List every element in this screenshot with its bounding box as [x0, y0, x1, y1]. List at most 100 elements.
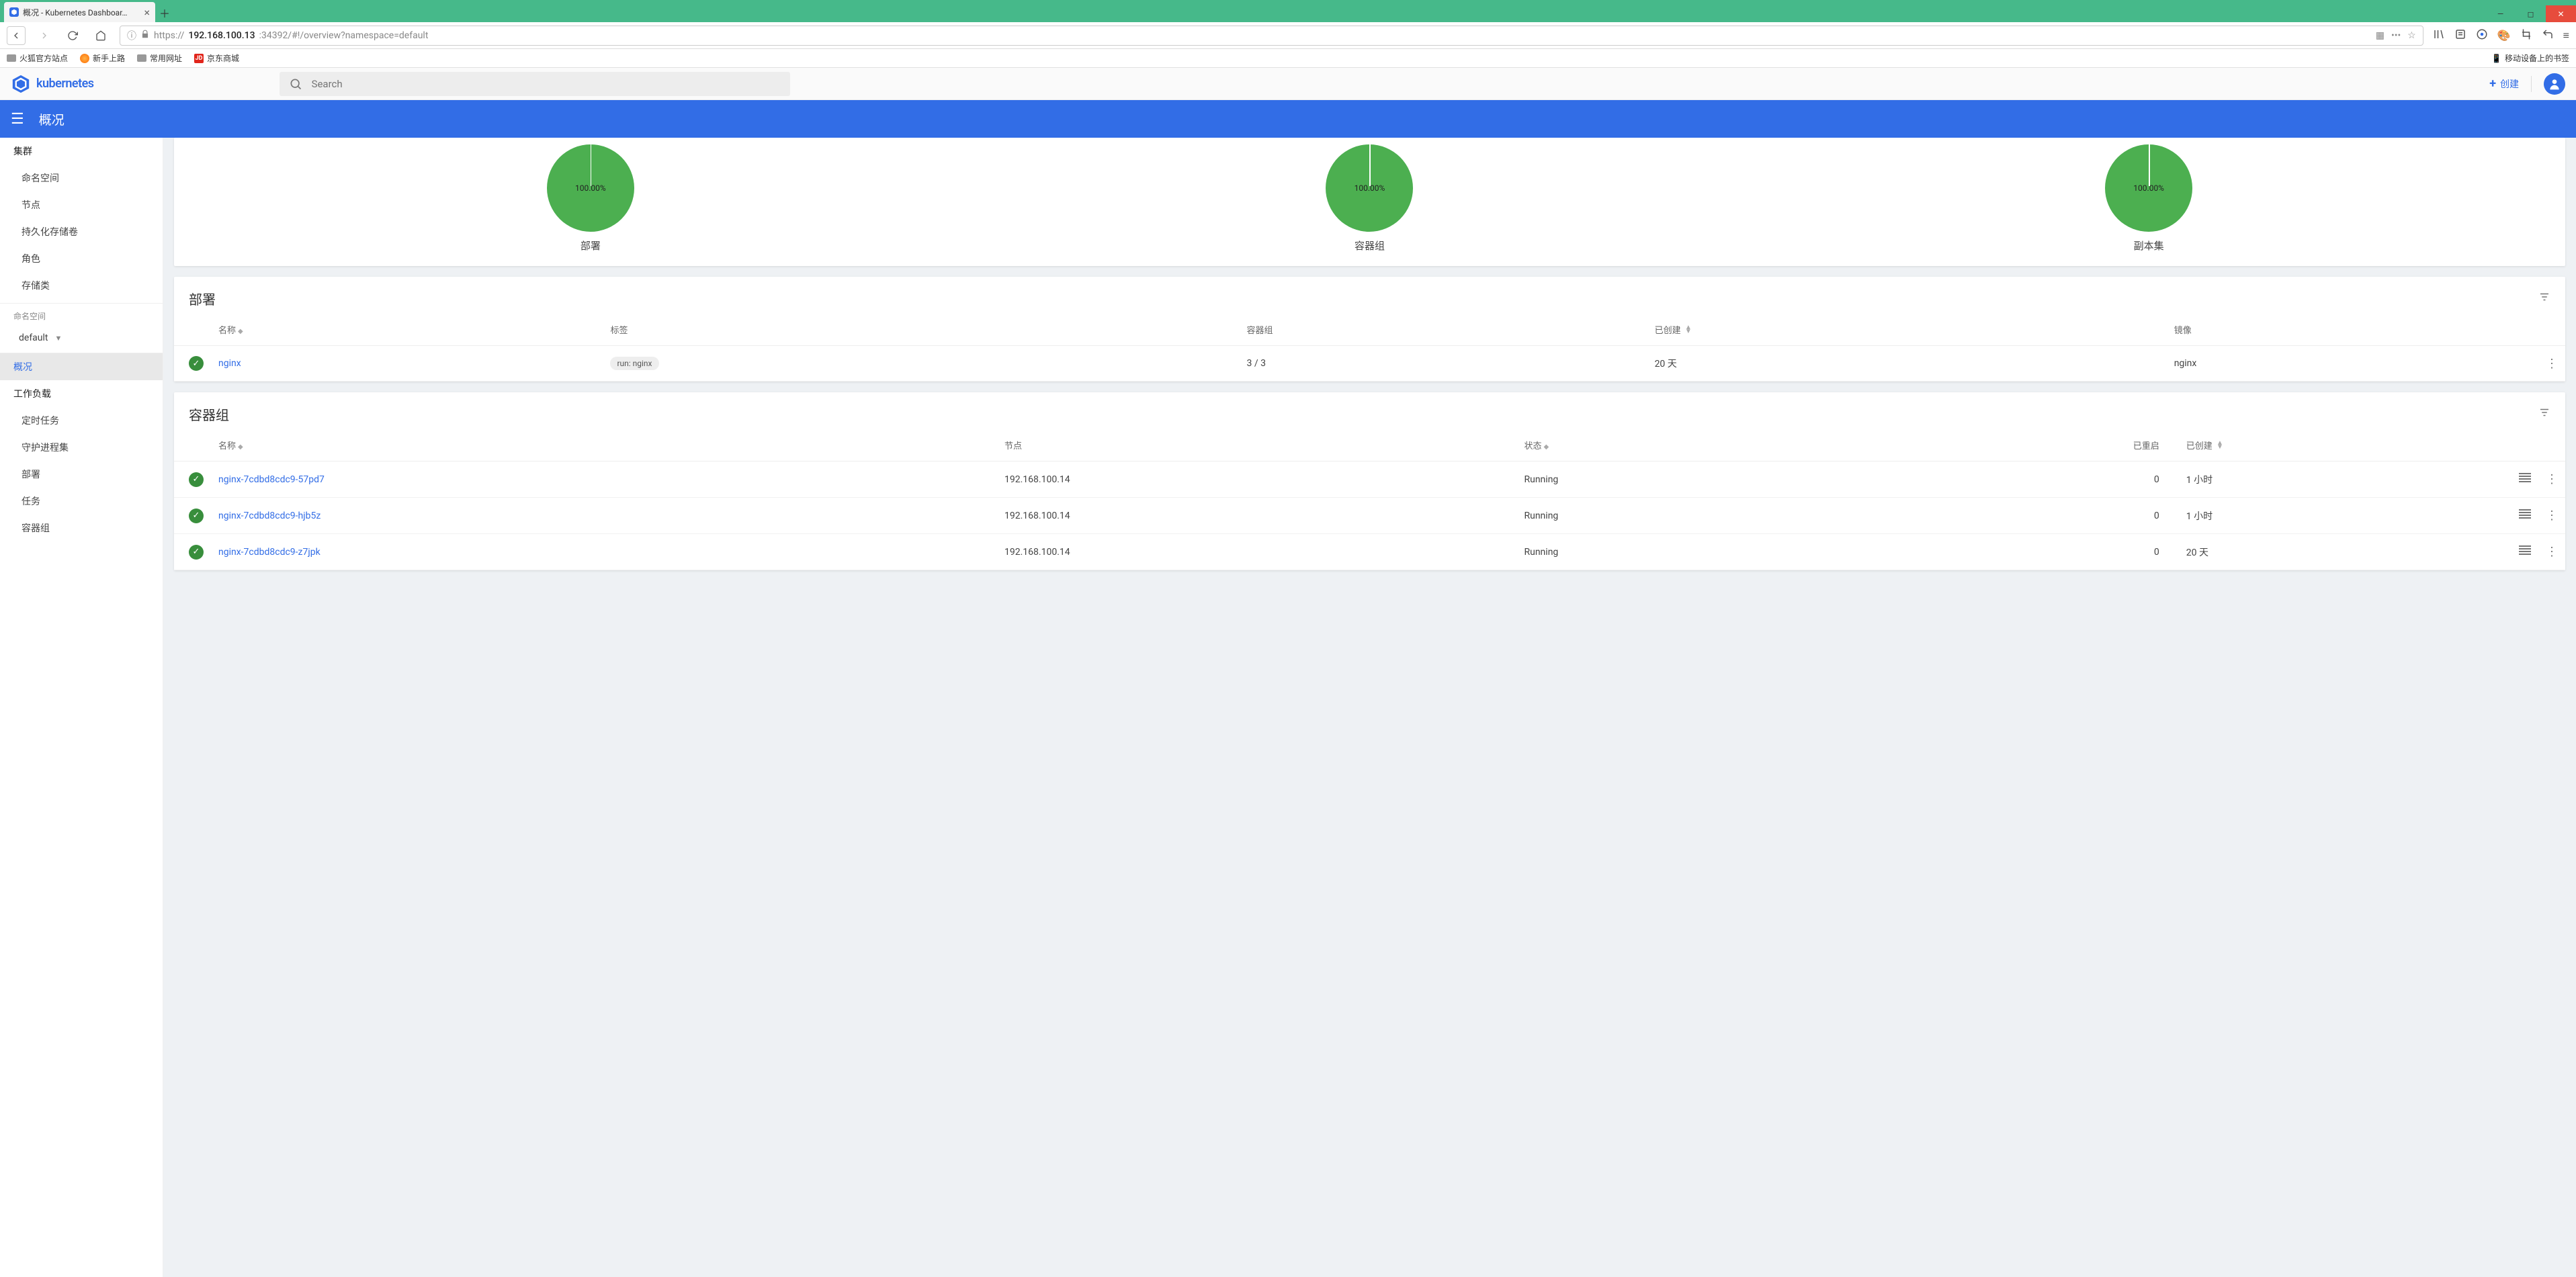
pod-name-link[interactable]: nginx-7cdbd8cdc9-57pd7	[212, 461, 998, 498]
palette-icon[interactable]: 🎨	[2497, 29, 2511, 42]
col-labels[interactable]: 标签	[603, 314, 1240, 346]
created-cell: 20 天	[1648, 346, 2167, 382]
bookmarks-bar: 火狐官方站点 新手上路 常用网址 JD京东商城 📱 移动设备上的书签	[0, 49, 2576, 68]
tab-close-icon[interactable]: ×	[144, 6, 150, 19]
pie-chart: 100.00%	[1326, 144, 1413, 232]
filter-icon[interactable]	[2538, 291, 2550, 306]
window-close-button[interactable]: ✕	[2546, 5, 2576, 22]
reader-icon[interactable]	[2454, 28, 2466, 43]
sidebar-item-cronjobs[interactable]: 定时任务	[0, 407, 163, 434]
sidebar-item-pods[interactable]: 容器组	[0, 515, 163, 541]
bookmark-item[interactable]: 火狐官方站点	[7, 52, 68, 64]
library-icon[interactable]	[2433, 28, 2445, 43]
sidebar-item-roles[interactable]: 角色	[0, 245, 163, 272]
col-images[interactable]: 镜像	[2167, 314, 2538, 346]
sidebar: 集群 命名空间 节点 持久化存储卷 角色 存储类 命名空间 default ▼ …	[0, 138, 163, 1277]
browser-tab[interactable]: 概况 - Kubernetes Dashboar… ×	[4, 2, 155, 22]
qr-icon[interactable]: ▦	[2376, 30, 2385, 41]
forward-button[interactable]	[35, 26, 54, 45]
created-cell: 20 天	[2180, 534, 2511, 570]
mobile-bookmarks-link[interactable]: 移动设备上的书签	[2505, 52, 2569, 64]
label-tag: run: nginx	[610, 357, 658, 370]
more-actions-icon[interactable]: •••	[2391, 30, 2401, 41]
restarts-cell: 0	[1830, 498, 2180, 534]
tab-title: 概况 - Kubernetes Dashboar…	[23, 7, 128, 18]
table-row[interactable]: ✓ nginx run: nginx 3 / 3 20 天 nginx ⋮	[174, 346, 2565, 382]
col-node[interactable]: 节点	[998, 429, 1517, 461]
col-restarts[interactable]: 已重启	[1830, 429, 2180, 461]
reload-button[interactable]	[63, 26, 82, 45]
bookmark-item[interactable]: 常用网址	[137, 52, 182, 64]
window-minimize-button[interactable]: —	[2485, 5, 2516, 22]
deployments-card: 部署 名称◆ 标签 容器组 已创建 ▲▼ 镜像 ✓ nginx run: ngi…	[174, 277, 2565, 382]
col-created[interactable]: 已创建 ▲▼	[1648, 314, 2167, 346]
sidebar-heading-workloads[interactable]: 工作负载	[0, 380, 163, 407]
logs-icon[interactable]	[2511, 534, 2538, 570]
row-menu-icon[interactable]: ⋮	[2538, 498, 2565, 534]
logs-icon[interactable]	[2511, 461, 2538, 498]
kubernetes-logo[interactable]: kubernetes	[11, 74, 94, 94]
bookmark-item[interactable]: 新手上路	[80, 52, 125, 64]
sidebar-item-namespaces[interactable]: 命名空间	[0, 165, 163, 191]
restarts-cell: 0	[1830, 461, 2180, 498]
sort-icon: ◆	[1544, 445, 1549, 449]
row-menu-icon[interactable]: ⋮	[2538, 461, 2565, 498]
browser-menu-icon[interactable]: ≡	[2563, 29, 2569, 42]
crop-icon[interactable]	[2520, 28, 2532, 43]
sidebar-item-jobs[interactable]: 任务	[0, 488, 163, 515]
row-menu-icon[interactable]: ⋮	[2538, 346, 2565, 382]
menu-toggle-icon[interactable]: ☰	[11, 111, 24, 128]
search-input[interactable]	[312, 78, 781, 90]
table-row[interactable]: ✓ nginx-7cdbd8cdc9-hjb5z 192.168.100.14 …	[174, 498, 2565, 534]
sidebar-item-daemonsets[interactable]: 守护进程集	[0, 434, 163, 461]
divider	[2531, 76, 2532, 92]
sidebar-item-storage-classes[interactable]: 存储类	[0, 272, 163, 299]
url-input[interactable]: ⓘ https://192.168.100.13:34392/#!/overvi…	[120, 26, 2423, 46]
status-cell: Running	[1517, 461, 1830, 498]
col-pods[interactable]: 容器组	[1240, 314, 1647, 346]
new-tab-button[interactable]: ＋	[155, 3, 174, 22]
table-row[interactable]: ✓ nginx-7cdbd8cdc9-57pd7 192.168.100.14 …	[174, 461, 2565, 498]
sidebar-item-pv[interactable]: 持久化存储卷	[0, 218, 163, 245]
sidebar-item-deployments[interactable]: 部署	[0, 461, 163, 488]
deployment-name-link[interactable]: nginx	[212, 346, 603, 382]
bookmark-star-icon[interactable]: ☆	[2407, 30, 2416, 41]
deployments-table: 名称◆ 标签 容器组 已创建 ▲▼ 镜像 ✓ nginx run: nginx …	[174, 314, 2565, 382]
pie-chart: 100.00%	[547, 144, 634, 232]
home-button[interactable]	[91, 26, 110, 45]
mobile-icon: 📱	[2491, 54, 2501, 63]
create-button[interactable]: + 创建	[2489, 77, 2519, 91]
pod-name-link[interactable]: nginx-7cdbd8cdc9-z7jpk	[212, 534, 998, 570]
table-row[interactable]: ✓ nginx-7cdbd8cdc9-z7jpk 192.168.100.14 …	[174, 534, 2565, 570]
search-box[interactable]	[280, 72, 790, 96]
shield-icon[interactable]	[2476, 28, 2488, 43]
user-avatar[interactable]	[2544, 73, 2565, 95]
firefox-icon	[80, 54, 89, 63]
row-menu-icon[interactable]: ⋮	[2538, 534, 2565, 570]
col-name[interactable]: 名称◆	[212, 314, 603, 346]
jd-icon: JD	[194, 54, 204, 63]
node-cell: 192.168.100.14	[998, 461, 1517, 498]
sidebar-heading-cluster[interactable]: 集群	[0, 138, 163, 165]
back-button[interactable]	[7, 26, 26, 45]
info-icon: ⓘ	[127, 29, 136, 42]
sidebar-item-overview[interactable]: 概况	[0, 353, 163, 380]
chart-deployments: 100.00% 部署	[547, 144, 634, 253]
pod-name-link[interactable]: nginx-7cdbd8cdc9-hjb5z	[212, 498, 998, 534]
sort-icon: ▲▼	[1685, 326, 1692, 334]
status-cell: Running	[1517, 534, 1830, 570]
col-created[interactable]: 已创建 ▲▼	[2180, 429, 2511, 461]
undo-icon[interactable]	[2542, 28, 2554, 43]
sidebar-item-nodes[interactable]: 节点	[0, 191, 163, 218]
col-name[interactable]: 名称◆	[212, 429, 998, 461]
namespace-selector[interactable]: default ▼	[0, 328, 163, 353]
page-toolbar: ☰ 概况	[0, 100, 2576, 138]
filter-icon[interactable]	[2538, 406, 2550, 422]
status-charts-card: 100.00% 部署 100.00% 容器组 100.00% 副本集	[174, 138, 2565, 266]
window-maximize-button[interactable]: ◻	[2516, 5, 2546, 22]
logs-icon[interactable]	[2511, 498, 2538, 534]
bookmark-item[interactable]: JD京东商城	[194, 52, 239, 64]
status-ok-icon: ✓	[189, 356, 204, 371]
url-protocol: https://	[154, 30, 184, 41]
col-status[interactable]: 状态◆	[1517, 429, 1830, 461]
